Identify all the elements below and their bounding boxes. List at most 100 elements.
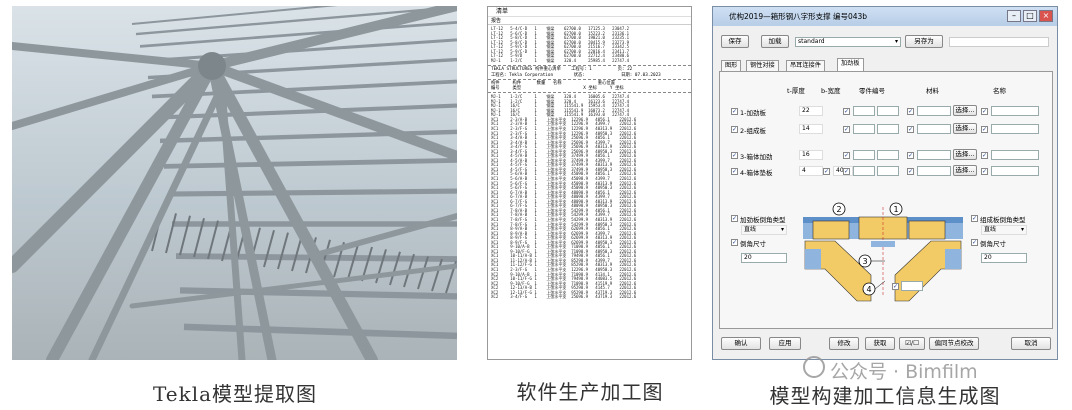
tekla-model-render — [12, 6, 457, 360]
box-backing-plate-partno-checkbox[interactable]: ✓ — [843, 168, 850, 175]
box-stiffener-partno-checkbox[interactable]: ✓ — [843, 152, 850, 159]
component-plate-select-button[interactable]: 选择... — [953, 123, 977, 134]
diagram-option-input[interactable] — [901, 281, 923, 291]
component-plate-name-checkbox[interactable]: ✓ — [981, 126, 988, 133]
chamfer-type-right-select[interactable]: 直线 ▾ — [981, 225, 1027, 235]
box-stiffener-material-checkbox[interactable]: ✓ — [907, 152, 914, 159]
box-backing-plate-name-checkbox[interactable]: ✓ — [981, 168, 988, 175]
box-backing-plate-width-checkbox[interactable]: ✓ — [823, 168, 830, 175]
get-button[interactable]: 获取 — [865, 337, 895, 350]
save-as-field[interactable] — [949, 37, 1049, 47]
chamfer-size-left-checkbox[interactable]: ✓ — [731, 239, 738, 246]
same-node-modify-button[interactable]: 偏同节点校改 — [929, 337, 979, 350]
marker-4: 4 — [866, 285, 871, 294]
chamfer-type-left-label: 加劲板倒角类型 — [740, 216, 786, 224]
box-stiffener-select-button[interactable]: 选择... — [953, 149, 977, 160]
chamfer-type-right-checkbox[interactable]: ✓ — [971, 215, 978, 222]
node-joint — [198, 52, 226, 80]
save-button[interactable]: 保存 — [721, 35, 749, 48]
apply-button[interactable]: 应用 — [769, 337, 801, 350]
box-stiffener-material-input[interactable] — [917, 150, 951, 160]
box-stiffener-thickness-input[interactable]: 16 — [799, 150, 823, 160]
caption-model: 模型构建加工信息生成图 — [769, 384, 1001, 408]
report-row: MJ-1 1-2/C 1 钢梁 320.4 25985.4 22747.4 — [491, 57, 630, 63]
diagram-option-checkbox[interactable]: ✓ — [892, 283, 899, 290]
report-rows-top: LT-12 5-4/C-D 1 钢梁 62700.0 17125.3 23047… — [488, 25, 691, 65]
maximize-icon[interactable]: □ — [1023, 10, 1037, 22]
chamfer-type-left-value: 直线 — [744, 226, 757, 233]
box-backing-plate-thickness-input[interactable]: 4 — [799, 166, 823, 176]
box-stiffener-label: 3-箱体加劲 — [740, 153, 773, 161]
chamfer-size-left-input[interactable]: 20 — [741, 253, 787, 263]
save-as-button[interactable]: 另存为 — [905, 35, 943, 48]
caption-software: 软件生产加工图 — [516, 380, 664, 404]
marker-3: 3 — [862, 257, 867, 266]
tab-graphics[interactable]: 图形 — [721, 60, 742, 71]
box-stiffener-name-input[interactable] — [991, 150, 1039, 160]
box-backing-plate-partno-input[interactable] — [853, 166, 875, 176]
stiffener-diagram: 1 2 3 4 — [803, 202, 963, 302]
component-plate-name-input[interactable] — [991, 124, 1039, 134]
chamfer-size-right-checkbox[interactable]: ✓ — [971, 239, 978, 246]
stiffener-plate-partno-input[interactable] — [853, 106, 875, 116]
chamfer-size-left-label: 倒角尺寸 — [740, 240, 766, 248]
dialog-title: 优构2019—箱形钢八字形支撑 编号043b — [729, 12, 868, 21]
chevron-down-icon: ▾ — [894, 38, 898, 45]
col-part-no: 零件编号 — [859, 87, 885, 95]
box-stiffener-name-checkbox[interactable]: ✓ — [981, 152, 988, 159]
stiffener-plate-thickness-input[interactable]: 22 — [799, 106, 823, 116]
stiffener-plate-partno2-input[interactable] — [877, 106, 899, 116]
component-plate-partno-checkbox[interactable]: ✓ — [843, 126, 850, 133]
box-stiffener-partno2-input[interactable] — [877, 150, 899, 160]
component-plate-partno2-input[interactable] — [877, 124, 899, 134]
box-backing-plate-material-input[interactable] — [917, 166, 951, 176]
tab-rigid-joint[interactable]: 钢性对接 — [746, 60, 779, 71]
stiffener-plate-material-checkbox[interactable]: ✓ — [907, 108, 914, 115]
report-menu[interactable]: 报告 — [488, 17, 691, 25]
box-backing-plate-checkbox[interactable]: ✓ — [731, 168, 738, 175]
component-plate-checkbox[interactable]: ✓ — [731, 126, 738, 133]
toggle-all-button[interactable]: ☑/☐ — [899, 337, 925, 350]
cancel-button[interactable]: 取消 — [1011, 337, 1051, 350]
stiffener-plate-name-checkbox[interactable]: ✓ — [981, 108, 988, 115]
chamfer-type-left-checkbox[interactable]: ✓ — [731, 215, 738, 222]
component-plate-partno-input[interactable] — [853, 124, 875, 134]
ok-button[interactable]: 确认 — [721, 337, 761, 350]
component-plate-material-checkbox[interactable]: ✓ — [907, 126, 914, 133]
stiffener-plate-select-button[interactable]: 选择... — [953, 105, 977, 116]
preset-value: standard — [798, 38, 825, 45]
box-backing-plate-name-input[interactable] — [991, 166, 1039, 176]
box-stiffener-checkbox[interactable]: ✓ — [731, 152, 738, 159]
wechat-icon — [803, 356, 825, 378]
box-backing-plate-partno2-input[interactable] — [877, 166, 899, 176]
box-backing-plate-select-button[interactable]: 选择... — [953, 165, 977, 176]
stiffener-plate-checkbox[interactable]: ✓ — [731, 108, 738, 115]
col-thickness: t-厚度 — [787, 87, 805, 95]
report-rows-main: MJ-1 1-2/C 1 钢梁 320.4 16005.6 22747.4 MJ-… — [488, 93, 691, 302]
col-name: 名称 — [993, 87, 1006, 95]
caption-tekla: Tekla模型提取图 — [152, 382, 318, 406]
chevron-down-icon: ▾ — [1020, 226, 1024, 233]
stiffener-plate-material-input[interactable] — [917, 106, 951, 116]
chamfer-type-right-label: 组成板倒角类型 — [980, 216, 1026, 224]
col-width: b-宽度 — [821, 87, 841, 95]
close-icon[interactable]: × — [1039, 10, 1053, 22]
preset-select[interactable]: standard ▾ — [795, 37, 901, 47]
component-plate-thickness-input[interactable]: 14 — [799, 124, 823, 134]
report-column-headers: 构件 构件 数量 名称 重心位置 编号 类型 X 坐标 Y 坐标 — [488, 80, 691, 94]
purlin — [167, 188, 457, 197]
component-plate-material-input[interactable] — [917, 124, 951, 134]
modify-button[interactable]: 修改 — [829, 337, 859, 350]
tab-stiffener[interactable]: 加劲板 — [837, 58, 864, 71]
chamfer-type-left-select[interactable]: 直线 ▾ — [741, 225, 787, 235]
chevron-down-icon: ▾ — [780, 226, 784, 233]
stiffener-plate-partno-checkbox[interactable]: ✓ — [843, 108, 850, 115]
tab-lifting-lug[interactable]: 吊耳连接件 — [786, 60, 825, 71]
chamfer-size-right-input[interactable]: 20 — [981, 253, 1027, 263]
minimize-icon[interactable]: – — [1007, 10, 1021, 22]
load-button[interactable]: 加载 — [761, 35, 789, 48]
report-title: 清单 — [488, 7, 691, 17]
stiffener-plate-name-input[interactable] — [991, 106, 1039, 116]
box-stiffener-partno-input[interactable] — [853, 150, 875, 160]
box-backing-plate-material-checkbox[interactable]: ✓ — [907, 168, 914, 175]
